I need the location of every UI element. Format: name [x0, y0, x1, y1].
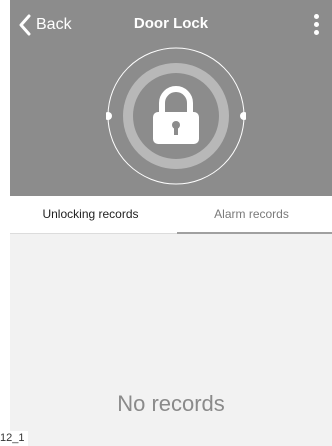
empty-state-message: No records — [117, 391, 225, 416]
lock-dial — [106, 47, 246, 185]
lock-control — [106, 46, 246, 186]
back-button[interactable]: Back — [18, 13, 72, 37]
figure-label: 12_1 — [0, 431, 29, 446]
records-list: No records — [10, 235, 332, 446]
door-lock-screen: Back Door Lock Unlocking records Alarm r… — [10, 0, 332, 446]
ring-handle-left[interactable] — [106, 112, 112, 120]
back-label: Back — [36, 16, 72, 33]
header: Back Door Lock — [10, 0, 332, 196]
more-vertical-icon[interactable] — [310, 14, 322, 38]
nav-bar: Back Door Lock — [10, 0, 332, 48]
record-tabs: Unlocking records Alarm records — [10, 196, 332, 234]
tab-alarm-records[interactable]: Alarm records — [171, 196, 332, 234]
page-title: Door Lock — [133, 15, 209, 32]
tab-unlocking-records[interactable]: Unlocking records — [10, 196, 171, 233]
ring-handle-right[interactable] — [240, 112, 246, 120]
chevron-left-icon — [19, 14, 31, 36]
